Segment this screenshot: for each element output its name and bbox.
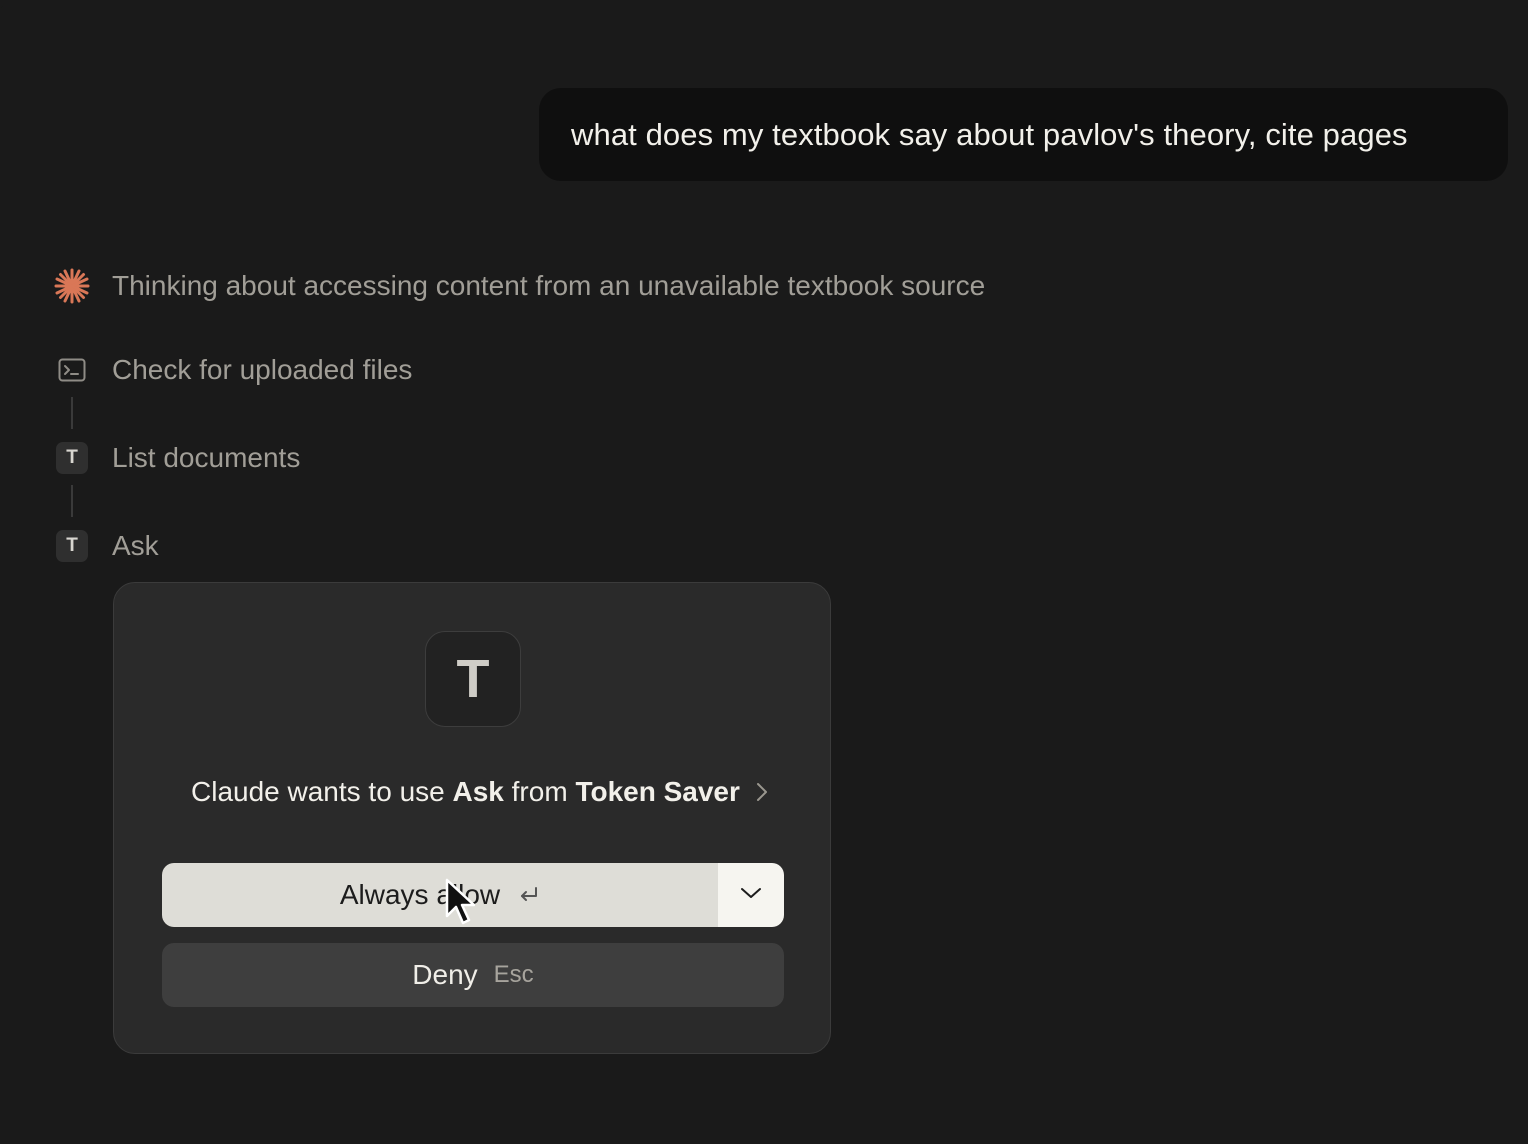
chat-window: what does my textbook say about pavlov's… [0,0,1528,1144]
always-allow-button[interactable]: Always allow [162,863,718,927]
step-label: Check for uploaded files [112,354,413,385]
terminal-icon [52,350,92,390]
mouse-pointer-icon [445,878,476,931]
permission-text-from: from [511,776,568,807]
step-label: List documents [112,442,301,473]
thinking-row[interactable]: Thinking about accessing content from an… [52,266,985,306]
permission-tool-name: Ask [452,776,504,807]
step-icon-container: T [52,526,92,566]
user-message-text: what does my textbook say about pavlov's… [571,116,1408,152]
permission-text-prefix: Claude wants to use [191,776,445,807]
tool-t-icon: T [56,442,88,474]
allow-options-dropdown-button[interactable] [718,863,784,927]
claude-spark-icon [52,266,92,306]
deny-label: Deny [412,959,478,990]
deny-button[interactable]: Deny Esc [162,943,784,1007]
deny-shortcut: Esc [493,961,534,988]
user-message-bubble: what does my textbook say about pavlov's… [539,88,1508,181]
step-icon-container: T [52,438,92,478]
step-check-uploaded-files[interactable]: Check for uploaded files [52,350,412,390]
return-key-icon [518,886,540,904]
step-connector [71,397,73,429]
permission-request-text[interactable]: Claude wants to use Ask from Token Saver [191,776,768,808]
step-connector [71,485,73,517]
chevron-down-icon [740,886,762,904]
thinking-label: Thinking about accessing content from an… [112,270,986,301]
step-ask[interactable]: T Ask [52,526,159,566]
step-label: Ask [112,530,159,561]
tool-t-icon: T [425,631,521,727]
step-list-documents[interactable]: T List documents [52,438,300,478]
always-allow-label: Always allow [339,879,501,910]
permission-server-name: Token Saver [575,776,740,807]
tool-permission-dialog: T Claude wants to use Ask from Token Sav… [113,582,831,1054]
tool-t-icon: T [56,530,88,562]
chevron-right-icon [756,782,768,802]
